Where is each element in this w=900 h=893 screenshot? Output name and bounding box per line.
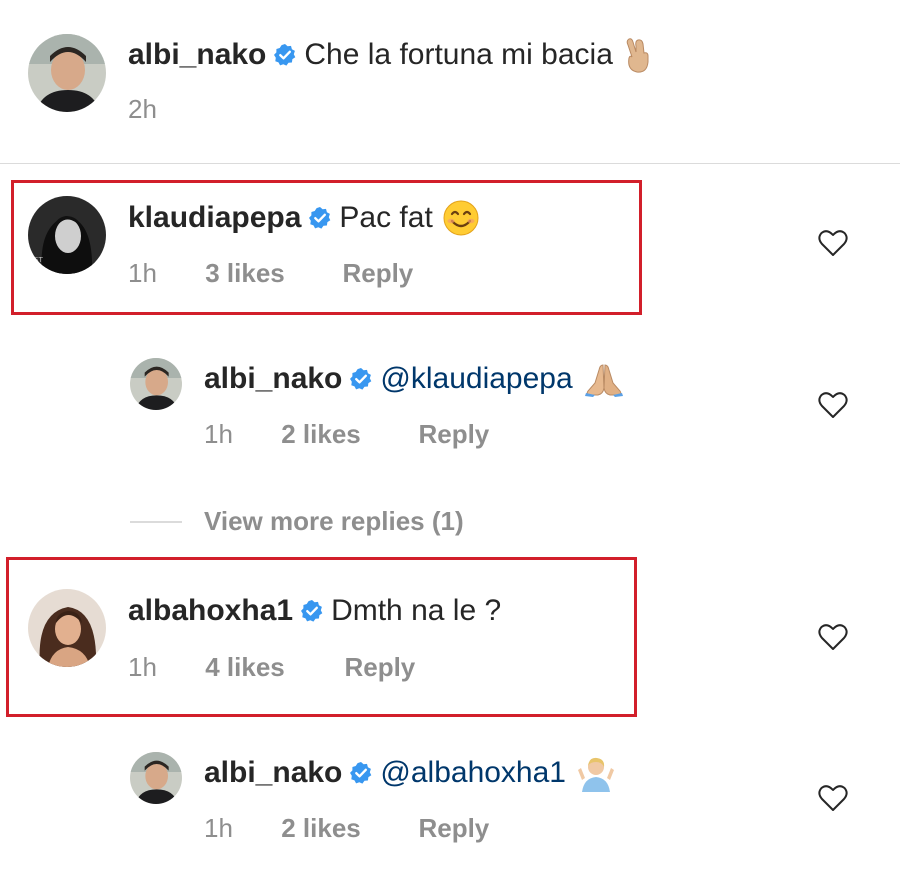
caption-username[interactable]: albi_nako — [128, 38, 266, 72]
avatar-albahoxha1[interactable] — [28, 589, 106, 667]
verified-badge-icon — [308, 206, 332, 230]
verified-badge-icon — [300, 599, 324, 623]
mention-link[interactable]: @albahoxha1 — [380, 756, 566, 790]
view-more-replies-button[interactable]: View more replies (1) — [204, 506, 464, 537]
verified-badge-icon — [273, 43, 297, 67]
caption-time: 2h — [128, 94, 157, 124]
verified-badge-icon — [349, 367, 373, 391]
view-more-divider-line — [130, 521, 182, 523]
comment-likes[interactable]: 3 likes — [205, 258, 335, 289]
comment-text: Pac fat — [339, 201, 433, 234]
reply-meta: 1h 2 likes Reply — [204, 813, 489, 844]
reply-likes[interactable]: 2 likes — [281, 419, 411, 450]
reply-time: 1h — [204, 813, 233, 843]
avatar-albi-nako[interactable] — [130, 752, 182, 804]
caption-line: albi_nako Che la fortuna mi bacia — [128, 36, 653, 74]
folded-hands-emoji-icon — [583, 361, 625, 397]
comment-time: 1h — [128, 652, 157, 682]
person-shrugging-emoji-icon — [576, 754, 616, 792]
reply-button[interactable]: Reply — [342, 258, 413, 289]
reply-username[interactable]: albi_nako — [204, 362, 342, 396]
reply-button[interactable]: Reply — [418, 419, 489, 450]
reply-line: albi_nako @albahoxha1 — [204, 754, 616, 792]
crossed-fingers-emoji-icon — [623, 36, 653, 74]
avatar-albi-nako[interactable] — [28, 34, 106, 112]
caption-text: Che la fortuna mi bacia — [304, 38, 613, 71]
like-heart-icon[interactable] — [818, 784, 848, 812]
comment-username[interactable]: albahoxha1 — [128, 594, 293, 628]
reply-time: 1h — [204, 419, 233, 449]
comment-text: Dmth na le ? — [331, 594, 502, 627]
like-heart-icon[interactable] — [818, 229, 848, 257]
comment-meta: 1h 4 likes Reply — [128, 652, 415, 683]
reply-username[interactable]: albi_nako — [204, 756, 342, 790]
comment-likes[interactable]: 4 likes — [205, 652, 337, 683]
reply-likes[interactable]: 2 likes — [281, 813, 411, 844]
caption-meta: 2h — [128, 94, 157, 125]
like-heart-icon[interactable] — [818, 391, 848, 419]
comment-meta: 1h 3 likes Reply — [128, 258, 413, 289]
mention-link[interactable]: @klaudiapepa — [380, 362, 572, 396]
reply-line: albi_nako @klaudiapepa — [204, 360, 625, 398]
verified-badge-icon — [349, 761, 373, 785]
comment-username[interactable]: klaudiapepa — [128, 201, 301, 235]
reply-button[interactable]: Reply — [344, 652, 415, 683]
avatar-albi-nako[interactable] — [130, 358, 182, 410]
avatar-klaudiapepa[interactable]: ST — [28, 196, 106, 274]
reply-meta: 1h 2 likes Reply — [204, 419, 489, 450]
like-heart-icon[interactable] — [818, 623, 848, 651]
comment-line: klaudiapepa Pac fat — [128, 199, 479, 237]
reply-button[interactable]: Reply — [418, 813, 489, 844]
comment-line: albahoxha1 Dmth na le ? — [128, 592, 501, 630]
caption-divider — [0, 163, 900, 164]
comment-time: 1h — [128, 258, 157, 288]
smiling-face-emoji-icon — [443, 200, 479, 236]
